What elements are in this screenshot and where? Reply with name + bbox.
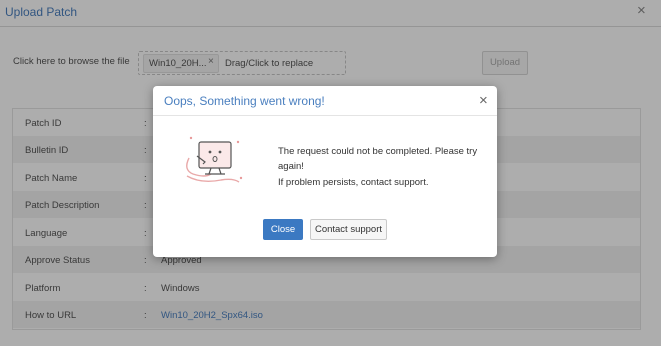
error-message-line: again! (278, 161, 304, 172)
close-button[interactable]: Close (263, 219, 303, 240)
dialog-title: Oops, Something went wrong! (164, 94, 325, 108)
dialog-close-icon[interactable]: × (479, 92, 488, 109)
error-message-line: If problem persists, contact support. (278, 177, 429, 188)
unplugged-monitor-icon (186, 136, 243, 183)
contact-support-button[interactable]: Contact support (310, 219, 387, 240)
error-message-line: The request could not be completed. Plea… (278, 146, 478, 157)
error-dialog: Oops, Something went wrong! × The reques… (153, 86, 497, 257)
dialog-divider (153, 115, 497, 116)
